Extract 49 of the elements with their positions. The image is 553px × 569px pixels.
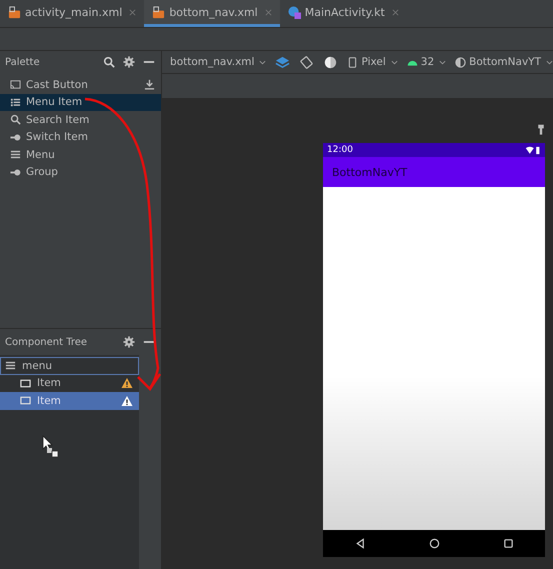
settings-icon[interactable] [123,56,136,68]
caret-icon [439,60,446,64]
wifi-battery-icon [525,146,541,154]
close-icon[interactable] [129,8,136,16]
palette-item[interactable]: Menu Item [0,94,162,111]
palette-item[interactable]: Menu [0,146,162,164]
status-time: 12:00 [327,145,353,155]
tree-item[interactable]: Item [0,374,140,392]
cast-icon [10,79,21,90]
tree-item[interactable]: menu [0,357,140,374]
layout-file-dropdown[interactable]: bottom_nav.xml [170,56,266,68]
tree-item[interactable]: Item [0,392,140,410]
recents-icon[interactable] [502,538,514,549]
cursor-icon [42,435,58,458]
layers-icon[interactable] [275,54,290,70]
search-icon [10,114,21,126]
palette-item[interactable]: Group [0,164,162,181]
search-icon[interactable] [103,56,116,68]
app-title: BottomNavYT [332,166,408,178]
editor-tab[interactable]: MainActivity.kt [280,0,407,27]
caret-icon [390,60,398,64]
home-icon[interactable] [428,538,440,549]
phone-icon [347,56,358,68]
toggle-icon [10,132,21,143]
toggle-icon [10,166,21,178]
menu-icon [10,149,21,160]
device-dropdown[interactable]: Pixel [347,56,398,68]
palette-item[interactable]: Search Item [0,111,162,128]
item-icon [20,395,31,406]
close-icon[interactable] [392,8,399,16]
caret-icon [259,60,266,64]
panel-title: Palette [5,56,41,68]
settings-icon[interactable] [123,336,136,348]
palette-item[interactable]: Switch Item [0,128,162,146]
rotate-icon[interactable] [299,54,314,70]
theme-icon [455,56,466,68]
back-icon[interactable] [354,538,366,549]
list-icon [10,96,21,108]
menu-icon [5,360,16,372]
panel-title: Component Tree [5,336,88,348]
palette-item[interactable]: Cast Button [0,76,162,94]
editor-tab[interactable]: activity_main.xml [0,0,144,27]
download-icon[interactable] [144,79,156,90]
api-level-dropdown[interactable]: 32 [406,56,446,68]
theme-dropdown[interactable]: BottomNavYT [455,56,553,68]
editor-tab[interactable]: bottom_nav.xml [144,0,280,27]
item-icon [20,378,31,389]
theme-icon[interactable] [323,54,338,70]
caret-icon [546,60,553,64]
